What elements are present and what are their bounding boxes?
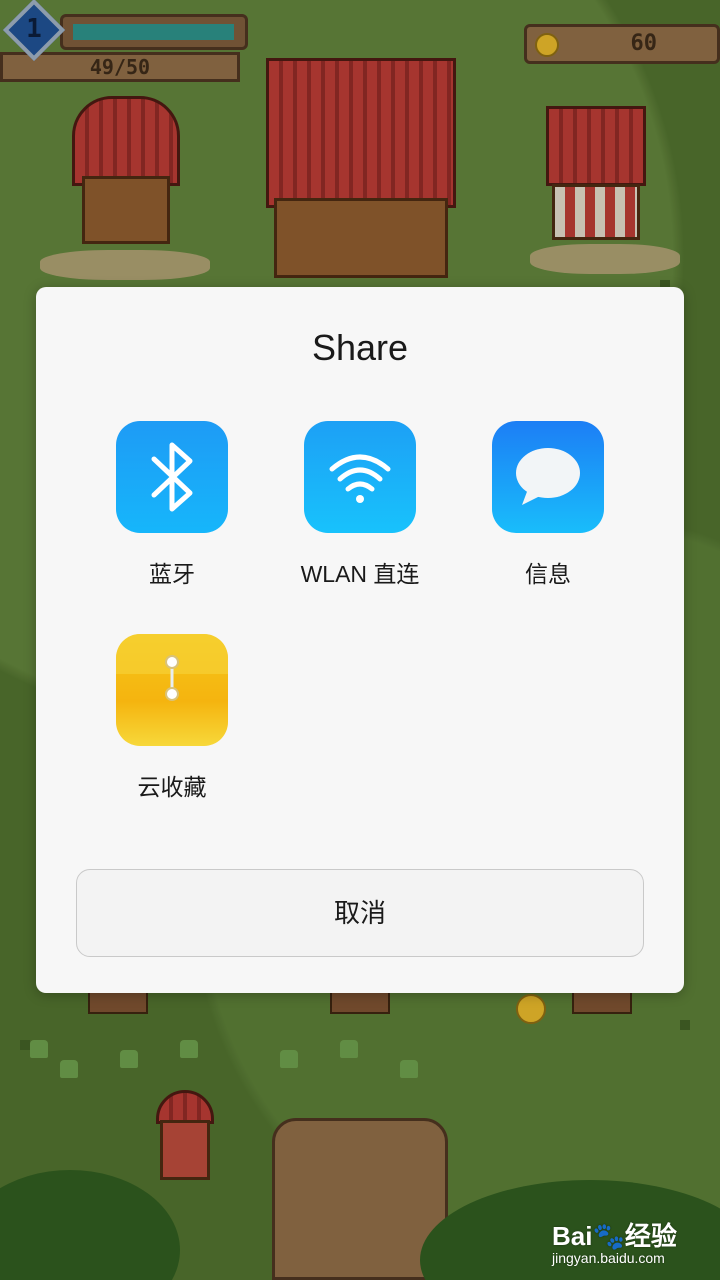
baidu-jingyan-watermark: Bai🐾经验 jingyan.baidu.com bbox=[552, 1216, 712, 1276]
share-option-cloud-favorites[interactable]: 云收藏 bbox=[82, 634, 262, 824]
share-option-label: 蓝牙 bbox=[149, 561, 195, 587]
share-option-wlan-direct[interactable]: WLAN 直连 bbox=[270, 421, 450, 611]
bluetooth-icon bbox=[116, 421, 228, 533]
wifi-icon bbox=[304, 421, 416, 533]
share-option-bluetooth[interactable]: 蓝牙 bbox=[82, 421, 262, 611]
cancel-button-label: 取消 bbox=[333, 898, 386, 928]
share-option-messages[interactable]: 信息 bbox=[458, 421, 638, 611]
share-option-label: 信息 bbox=[525, 561, 571, 587]
dialog-title: Share bbox=[311, 327, 409, 368]
share-option-label: WLAN 直连 bbox=[300, 561, 420, 587]
cloud-favorites-zipper-icon bbox=[116, 634, 228, 746]
message-bubble-icon bbox=[492, 421, 604, 533]
watermark-logo: Bai🐾经验 bbox=[552, 1221, 677, 1251]
share-option-label: 云收藏 bbox=[137, 774, 207, 800]
watermark-url: jingyan.baidu.com bbox=[552, 1250, 665, 1266]
cancel-button[interactable]: 取消 bbox=[76, 869, 644, 957]
